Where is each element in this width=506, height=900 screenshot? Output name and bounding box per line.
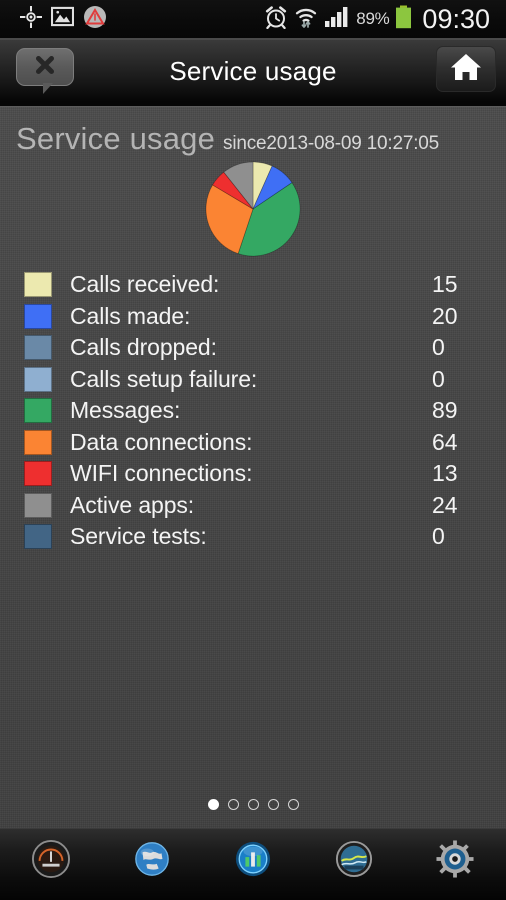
- legend-color-swatch: [24, 335, 52, 361]
- legend-color-swatch: [24, 429, 52, 455]
- nav-dashboard-gauge[interactable]: [29, 839, 73, 883]
- legend-value: 0: [432, 523, 445, 550]
- legend-label: Active apps:: [70, 491, 195, 518]
- nav-bar-chart[interactable]: [231, 839, 275, 883]
- wifi-signal-icon: [294, 5, 318, 34]
- legend-value: 20: [432, 302, 458, 329]
- home-button[interactable]: [436, 46, 496, 92]
- warning-triangle-icon: [83, 5, 107, 34]
- legend-row: Active apps: 24: [24, 490, 476, 522]
- legend-row: WIFI connections: 13: [24, 458, 476, 490]
- status-bar-clock: 09:30: [422, 3, 490, 34]
- page-title: Service usage: [169, 55, 337, 86]
- pie-chart-wrapper: [0, 161, 506, 257]
- legend-row: Calls received: 15: [24, 269, 476, 301]
- title-bar: Service usage: [0, 40, 506, 102]
- legend-label: Messages:: [70, 397, 181, 424]
- legend-list: Calls received: 15 Calls made: 20 Calls drop…: [0, 269, 506, 553]
- page-dot[interactable]: [247, 799, 259, 810]
- legend-row: Service tests: 0: [24, 521, 476, 553]
- page-dot[interactable]: [287, 799, 299, 810]
- map-graph-icon: [335, 840, 373, 883]
- legend-label: Calls made:: [70, 302, 191, 329]
- legend-color-swatch: [24, 366, 52, 392]
- service-usage-pie-chart: [205, 161, 301, 257]
- status-bar-right-icons: 89% 09:30: [264, 4, 498, 35]
- legend-label: Data connections:: [70, 428, 253, 455]
- legend-value: 0: [432, 365, 445, 392]
- legend-row: Calls setup failure: 0: [24, 364, 476, 396]
- close-bubble-icon: [33, 53, 57, 82]
- page-heading-row: Service usage since2013-08-09 10:27:05: [0, 107, 506, 157]
- legend-color-swatch: [24, 492, 52, 518]
- globe-icon: [133, 840, 171, 883]
- gallery-image-icon: [50, 6, 75, 32]
- legend-color-swatch: [24, 398, 52, 424]
- nav-map-graph[interactable]: [332, 839, 376, 883]
- legend-value: 89: [432, 397, 458, 424]
- legend-label: Calls dropped:: [70, 334, 217, 361]
- legend-label: WIFI connections:: [70, 460, 253, 487]
- page-indicator-dots[interactable]: [0, 799, 506, 810]
- legend-label: Service tests:: [70, 523, 207, 550]
- legend-value: 0: [432, 334, 445, 361]
- legend-value: 13: [432, 460, 458, 487]
- since-timestamp: since2013-08-09 10:27:05: [223, 133, 440, 154]
- cellular-signal-icon: [324, 6, 350, 33]
- nav-settings[interactable]: [433, 839, 477, 883]
- legend-row: Data connections: 64: [24, 427, 476, 459]
- close-button[interactable]: [16, 48, 74, 94]
- page-heading: Service usage: [16, 121, 216, 156]
- dashboard-gauge-icon: [31, 839, 70, 883]
- battery-icon: [395, 5, 412, 34]
- status-bar-left-icons: [8, 4, 107, 34]
- legend-label: Calls received:: [70, 271, 220, 298]
- legend-value: 15: [432, 271, 458, 298]
- gps-location-icon: [19, 4, 43, 33]
- page-dot-active[interactable]: [207, 799, 219, 810]
- page-dot[interactable]: [267, 799, 279, 810]
- battery-percent-label: 89%: [356, 9, 390, 28]
- legend-color-swatch: [24, 461, 52, 487]
- legend-row: Calls made: 20: [24, 301, 476, 333]
- nav-globe[interactable]: [130, 839, 174, 883]
- legend-row: Messages: 89: [24, 395, 476, 427]
- legend-color-swatch: [24, 524, 52, 550]
- legend-value: 24: [432, 491, 458, 518]
- home-icon: [450, 52, 482, 87]
- alarm-clock-icon: [264, 5, 288, 34]
- page-dot[interactable]: [227, 799, 239, 810]
- legend-color-swatch: [24, 272, 52, 298]
- content-area: Service usage since2013-08-09 10:27:05 C…: [0, 106, 506, 828]
- bottom-navigation-bar: [0, 828, 506, 900]
- legend-color-swatch: [24, 303, 52, 329]
- status-bar: 89% 09:30: [0, 0, 506, 38]
- legend-value: 64: [432, 428, 458, 455]
- gear-icon: [436, 839, 474, 883]
- phone-screen: 89% 09:30 Service usage Service usage si…: [0, 0, 506, 900]
- bar-chart-icon: [234, 840, 272, 883]
- legend-label: Calls setup failure:: [70, 365, 258, 392]
- legend-row: Calls dropped: 0: [24, 332, 476, 364]
